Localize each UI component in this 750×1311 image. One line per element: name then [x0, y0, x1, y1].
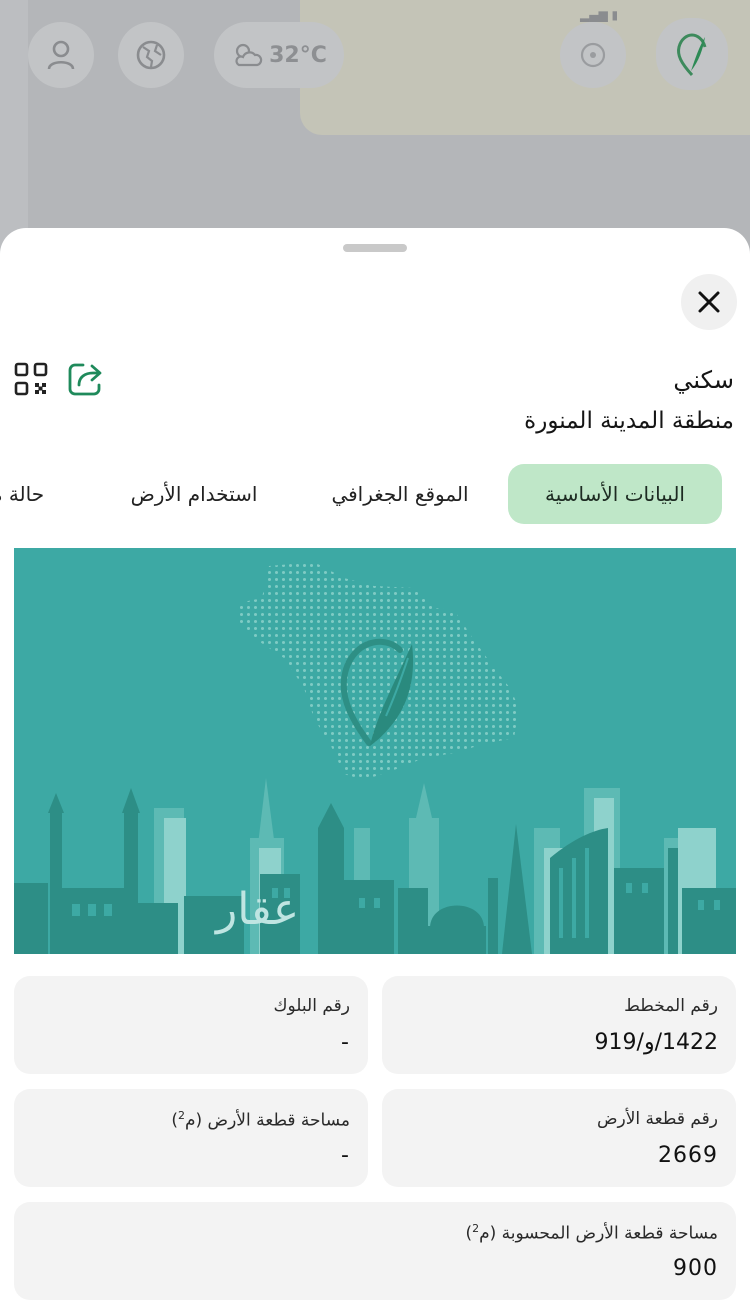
- saudi-map-dots: [236, 562, 519, 780]
- plan-number-card: رقم المخطط 1422/و/919: [382, 976, 736, 1074]
- share-icon: [68, 363, 102, 396]
- plot-number-label: رقم قطعة الأرض: [596, 1109, 718, 1129]
- partly-cloudy-icon: [235, 43, 263, 67]
- globe-icon: [136, 40, 166, 70]
- qr-code-icon: [14, 362, 48, 396]
- weather-button[interactable]: 32°C: [214, 22, 344, 88]
- tab-geo-location[interactable]: الموقع الجغرافي: [310, 464, 490, 524]
- block-number-label: رقم البلوك: [273, 996, 350, 1016]
- skyline-illustration: [14, 562, 736, 954]
- calculated-area-label: مساحة قطعة الأرض المحسوبة (م2): [465, 1222, 718, 1244]
- location-icon: [580, 42, 606, 68]
- tab-basic-data[interactable]: البيانات الأساسية: [508, 464, 722, 524]
- sheet-drag-handle[interactable]: [343, 244, 407, 252]
- plan-number-label: رقم المخطط: [624, 996, 718, 1016]
- background-left-strip: [0, 0, 28, 260]
- user-button[interactable]: [28, 22, 94, 88]
- globe-button[interactable]: [118, 22, 184, 88]
- calculated-area-card: مساحة قطعة الأرض المحسوبة (م2) 900: [14, 1202, 736, 1300]
- plan-number-value: 1422/و/919: [594, 1030, 718, 1055]
- plot-area-card: مساحة قطعة الأرض (م2) -: [14, 1089, 368, 1187]
- share-button[interactable]: [66, 360, 106, 398]
- property-type-title: سكني: [673, 366, 734, 394]
- status-signal: ▂▄▆ ▮: [580, 8, 619, 22]
- property-details-sheet: سكني منطقة المدينة المنورة البيانات الأس…: [0, 228, 750, 1311]
- close-icon: [698, 291, 720, 313]
- block-number-card: رقم البلوك -: [14, 976, 368, 1074]
- weather-temperature: 32°C: [269, 42, 327, 68]
- plot-area-label: مساحة قطعة الأرض (م2): [171, 1109, 350, 1131]
- user-icon: [47, 40, 75, 70]
- qr-code-button[interactable]: [12, 360, 50, 398]
- tab-land-use[interactable]: استخدام الأرض: [112, 464, 276, 524]
- region-subtitle: منطقة المدينة المنورة: [524, 408, 734, 434]
- aqar-banner-image: عقار: [14, 548, 736, 954]
- block-number-value: -: [341, 1030, 350, 1055]
- details-tab-bar[interactable]: البيانات الأساسية الموقع الجغرافي استخدا…: [0, 464, 750, 524]
- background-app: 32°C ▂▄▆ ▮: [0, 0, 750, 260]
- location-button[interactable]: [560, 22, 626, 88]
- app-logo-icon: [677, 33, 707, 77]
- plot-number-value: 2669: [658, 1143, 718, 1168]
- calculated-area-value: 900: [673, 1256, 718, 1281]
- tab-status[interactable]: حالة ة: [0, 464, 82, 524]
- plot-number-card: رقم قطعة الأرض 2669: [382, 1089, 736, 1187]
- plot-area-value: -: [341, 1143, 350, 1168]
- aqar-brand-text: عقار: [216, 884, 300, 935]
- app-logo-button[interactable]: [656, 18, 728, 90]
- close-button[interactable]: [681, 274, 737, 330]
